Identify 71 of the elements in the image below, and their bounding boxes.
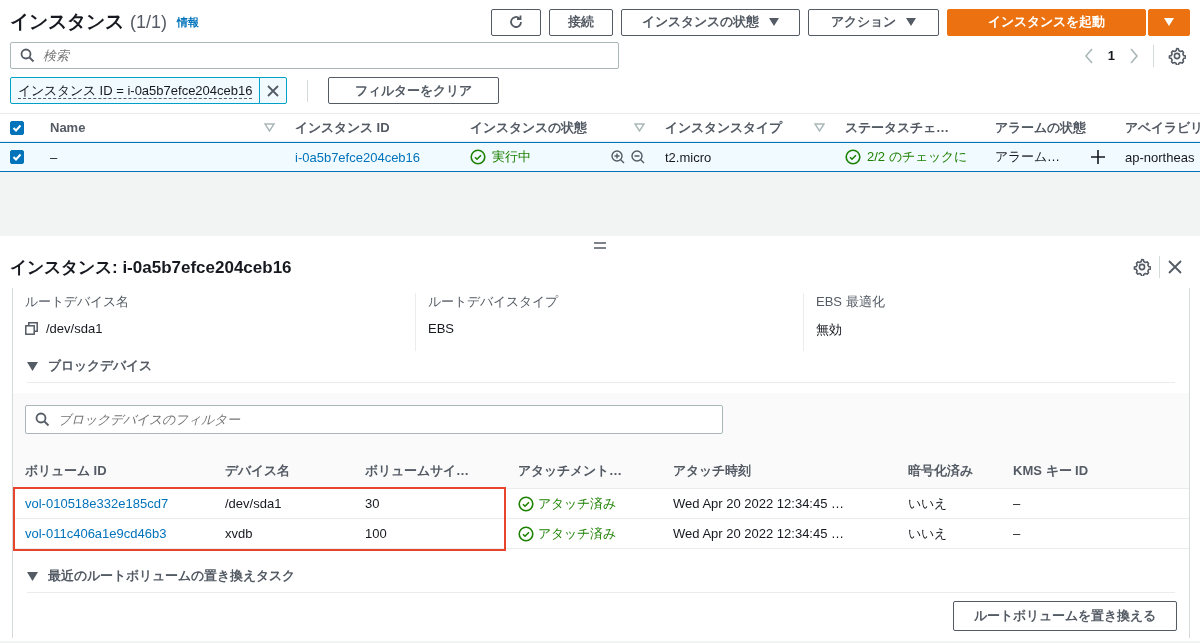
table-cell: – bbox=[1013, 496, 1021, 511]
table-cell: xvdb bbox=[225, 526, 253, 541]
table-cell: 30 bbox=[365, 496, 380, 511]
settings-icon[interactable] bbox=[1133, 258, 1151, 276]
table-cell: Wed Apr 20 2022 12:34:45 … bbox=[673, 526, 845, 541]
close-icon bbox=[1168, 260, 1182, 274]
column-header[interactable]: アベイラビリ bbox=[1125, 118, 1200, 137]
close-icon bbox=[267, 84, 280, 97]
search-icon bbox=[20, 48, 35, 63]
table-cell: いいえ bbox=[908, 494, 947, 513]
dropdown-button[interactable]: アクション bbox=[808, 8, 939, 36]
attached-status-icon bbox=[518, 495, 534, 512]
block-devices-section-header[interactable]: ブロックデバイス bbox=[48, 357, 152, 375]
table-cell: – bbox=[50, 149, 58, 165]
filter-token-text[interactable]: インスタンス ID = i-0a5b7efce204ceb16 bbox=[11, 78, 260, 103]
zoom-in-icon[interactable] bbox=[611, 150, 625, 164]
column-header[interactable]: ステータスチェ… bbox=[845, 118, 949, 137]
launch-dropdown-button[interactable] bbox=[1148, 8, 1190, 36]
table-cell: ap-northeas bbox=[1125, 149, 1195, 165]
refresh-icon bbox=[508, 14, 524, 30]
field-value: /dev/sda1 bbox=[46, 321, 103, 336]
dropdown-button[interactable]: インスタンスの状態 bbox=[621, 8, 800, 36]
column-header[interactable]: インスタンス ID bbox=[295, 118, 390, 137]
caret-icon bbox=[769, 18, 779, 26]
instance-count: (1/1) bbox=[130, 11, 167, 33]
column-header[interactable]: インスタンスタイプ bbox=[665, 118, 782, 137]
copy-icon[interactable] bbox=[25, 322, 38, 335]
caret-icon[interactable] bbox=[27, 571, 38, 581]
page-number[interactable]: 1 bbox=[1107, 48, 1115, 63]
caret-icon bbox=[906, 18, 916, 26]
column-header[interactable]: インスタンスの状態 bbox=[470, 118, 587, 137]
table-cell: – bbox=[1013, 526, 1021, 541]
column-header[interactable]: アラームの状態 bbox=[995, 118, 1086, 137]
connect-button[interactable]: 接続 bbox=[549, 8, 613, 36]
column-header[interactable]: Name bbox=[50, 120, 86, 135]
attachment-status: アタッチ済み bbox=[538, 494, 616, 513]
search-field[interactable]: 検索 bbox=[10, 42, 619, 69]
field-value: 無効 bbox=[816, 321, 842, 339]
field-label: ルートデバイス名 bbox=[25, 293, 130, 311]
attachment-status: アタッチ済み bbox=[538, 524, 616, 543]
table-cell: いいえ bbox=[908, 524, 947, 543]
block-device-filter-field[interactable]: ブロックデバイスのフィルター bbox=[25, 405, 723, 434]
status-check: 2/2 のチェックに bbox=[867, 148, 967, 166]
table-cell: t2.micro bbox=[665, 149, 712, 165]
replace-root-volume-button[interactable]: ルートボリュームを置き換える bbox=[953, 601, 1177, 631]
table-cell-text: アラーム… bbox=[995, 148, 1061, 166]
attached-status-icon bbox=[518, 525, 534, 542]
zoom-out-icon[interactable] bbox=[631, 150, 645, 164]
status-check-icon bbox=[845, 149, 861, 165]
page-title: インスタンス bbox=[10, 10, 124, 34]
details-title: インスタンス: i-0a5b7efce204ceb16 bbox=[10, 256, 293, 279]
settings-icon[interactable] bbox=[1168, 46, 1186, 65]
instance-state: 実行中 bbox=[492, 148, 532, 166]
caret-icon bbox=[1164, 18, 1174, 26]
table-cell: Wed Apr 20 2022 12:34:45 … bbox=[673, 496, 845, 511]
field-value: EBS bbox=[428, 321, 454, 336]
info-link[interactable]: 情報 bbox=[177, 14, 199, 30]
add-icon[interactable] bbox=[1091, 150, 1105, 164]
table-cell: 100 bbox=[365, 526, 387, 541]
search-icon bbox=[35, 412, 50, 427]
field-label: EBS 最適化 bbox=[816, 293, 886, 311]
select-all-checkbox[interactable] bbox=[10, 120, 24, 135]
drag-handle-icon[interactable] bbox=[594, 242, 606, 249]
clear-filters-button[interactable]: フィルターをクリア bbox=[328, 77, 500, 104]
replace-tasks-section-header[interactable]: 最近のルートボリュームの置き換えタスク bbox=[48, 567, 295, 585]
running-status-icon bbox=[470, 149, 486, 165]
caret-icon[interactable] bbox=[27, 361, 38, 371]
field-label: ルートデバイスタイプ bbox=[428, 293, 560, 311]
table-cell: /dev/sda1 bbox=[225, 496, 282, 511]
refresh-button[interactable] bbox=[491, 8, 541, 36]
row-checkbox[interactable] bbox=[10, 150, 24, 164]
